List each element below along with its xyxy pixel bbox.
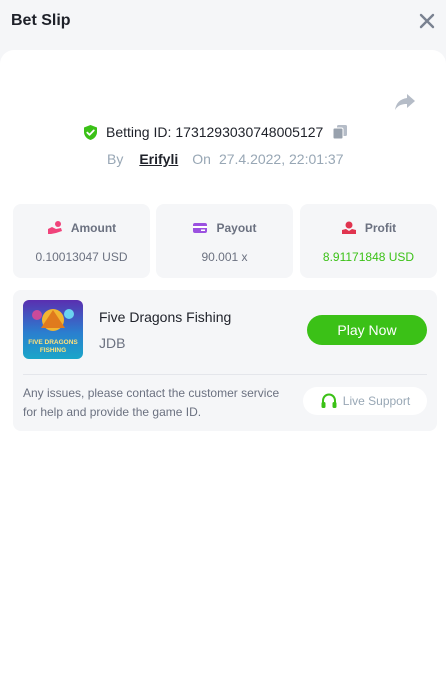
payout-card: Payout 90.001 x — [156, 204, 293, 278]
payout-icon — [193, 223, 208, 233]
profit-icon — [341, 221, 356, 234]
live-support-label: Live Support — [342, 394, 411, 408]
game-card: FIVE DRAGONS FISHING Five Dragons Fishin… — [13, 290, 437, 431]
profit-card: Profit 8.91171848 USD — [300, 204, 437, 278]
support-hint-text: Any issues, please contact the customer … — [23, 386, 280, 419]
live-support-button[interactable]: Live Support — [303, 387, 427, 415]
bet-datetime: 27.4.2022, 22:01:37 — [218, 151, 344, 167]
page-title: Bet Slip — [11, 12, 71, 29]
copy-icon[interactable] — [332, 124, 348, 140]
amount-icon — [47, 221, 62, 234]
play-now-button[interactable]: Play Now — [307, 315, 427, 345]
payout-label: Payout — [216, 221, 257, 235]
profit-value: 8.91171848 USD — [322, 250, 415, 264]
divider — [23, 374, 427, 375]
user-link[interactable]: Erifyli — [139, 151, 178, 167]
amount-label: Amount — [70, 221, 117, 235]
on-label: On — [192, 151, 211, 167]
betting-id-row: Betting ID: 1731293030748005127 — [82, 122, 348, 142]
betting-id-value: 1731293030748005127 — [175, 124, 324, 140]
betting-id-label: Betting ID: — [106, 124, 172, 140]
close-icon[interactable] — [418, 12, 436, 30]
by-label: By — [107, 151, 124, 167]
svg-text:FIVE DRAGONS: FIVE DRAGONS — [28, 339, 78, 346]
game-provider: JDB — [99, 335, 126, 351]
payout-value: 90.001 x — [201, 250, 248, 264]
bet-author-row: By Erifyli On 27.4.2022, 22:01:37 — [107, 149, 344, 169]
game-thumbnail[interactable]: FIVE DRAGONS FISHING — [23, 300, 83, 359]
svg-text:FISHING: FISHING — [40, 347, 66, 354]
headset-icon — [321, 393, 337, 408]
profit-label: Profit — [364, 221, 397, 235]
shield-check-icon — [84, 124, 97, 140]
bet-slip-header: Bet Slip — [0, 0, 446, 44]
amount-value: 0.10013047 USD — [35, 250, 128, 264]
share-icon[interactable] — [394, 92, 416, 112]
amount-card: Amount 0.10013047 USD — [13, 204, 150, 278]
game-name[interactable]: Five Dragons Fishing — [99, 309, 231, 325]
